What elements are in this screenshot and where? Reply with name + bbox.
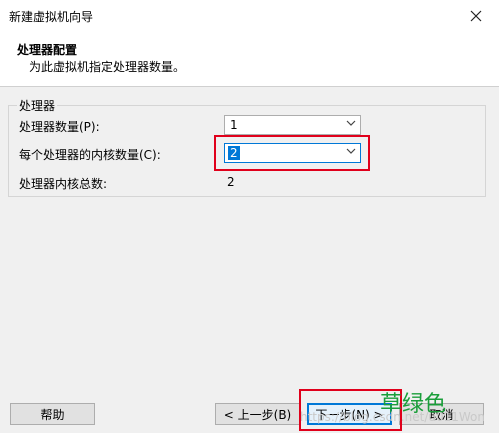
back-button[interactable]: < 上一步(B): [215, 403, 300, 425]
close-icon: [470, 10, 482, 22]
help-button[interactable]: 帮助: [10, 403, 95, 425]
wizard-header: 处理器配置 为此虚拟机指定处理器数量。: [0, 32, 499, 87]
title-bar: 新建虚拟机向导: [0, 0, 499, 33]
processor-count-select[interactable]: 1: [224, 115, 361, 135]
window-title: 新建虚拟机向导: [9, 10, 94, 24]
processor-count-label: 处理器数量(P):: [19, 120, 100, 134]
page-description: 为此虚拟机指定处理器数量。: [29, 60, 186, 74]
close-button[interactable]: [453, 0, 499, 32]
cores-per-processor-label: 每个处理器的内核数量(C):: [19, 148, 161, 162]
processor-count-value: 1: [230, 118, 238, 132]
page-title: 处理器配置: [17, 43, 78, 57]
watermark-text: https://blog.csdn.net/u011Won: [300, 410, 485, 424]
processor-group-legend: 处理器: [19, 99, 56, 113]
chevron-down-icon: [346, 118, 356, 131]
total-cores-value: 2: [227, 175, 235, 189]
total-cores-label: 处理器内核总数:: [19, 177, 108, 191]
highlight-box-cores: [214, 135, 370, 171]
